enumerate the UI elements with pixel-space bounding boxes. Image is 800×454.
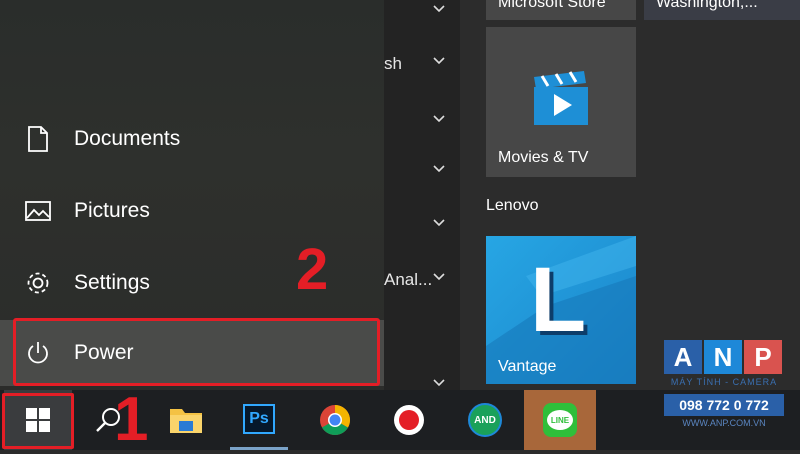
- weather-label: Washington,...: [656, 0, 758, 11]
- gear-icon: [24, 269, 52, 297]
- chevron-down-icon[interactable]: [432, 162, 446, 176]
- weather-tile[interactable]: Washington,...: [644, 0, 800, 20]
- file-explorer-icon: [170, 409, 202, 433]
- chevron-down-icon[interactable]: [432, 270, 446, 284]
- documents-item[interactable]: Documents: [0, 110, 384, 168]
- chevron-down-icon[interactable]: [432, 112, 446, 126]
- watermark-letter: A: [664, 340, 702, 374]
- watermark-site: WWW.ANP.COM.VN: [682, 418, 766, 428]
- recorder-button[interactable]: [380, 390, 438, 450]
- chrome-icon: [320, 405, 351, 436]
- chrome-button[interactable]: [306, 390, 364, 450]
- and-app-icon: AND: [468, 403, 502, 437]
- start-highlight-box: [2, 393, 74, 449]
- line-icon: LINE: [543, 403, 577, 437]
- chevron-down-icon[interactable]: [432, 216, 446, 230]
- step-2-annotation: 2: [296, 237, 329, 302]
- step-1-annotation: 1: [114, 385, 149, 454]
- photoshop-icon: Ps: [243, 403, 275, 434]
- pictures-item[interactable]: Pictures: [0, 182, 384, 240]
- document-icon: [24, 125, 52, 153]
- chevron-down-icon[interactable]: [432, 2, 446, 16]
- file-explorer-button[interactable]: [158, 390, 214, 450]
- power-highlight-box: [13, 318, 380, 386]
- microsoft-store-label: Microsoft Store: [498, 0, 606, 11]
- settings-label: Settings: [74, 271, 150, 294]
- and-app-button[interactable]: AND: [456, 390, 514, 450]
- line-button[interactable]: LINE: [524, 390, 596, 450]
- watermark-letter: N: [704, 340, 742, 374]
- movies-tv-label: Movies & TV: [498, 149, 589, 166]
- tile-group-title: Lenovo: [486, 197, 539, 214]
- chevron-down-icon[interactable]: [432, 54, 446, 68]
- recorder-icon: [394, 405, 424, 435]
- pictures-label: Pictures: [74, 199, 150, 222]
- anp-watermark: A N P MÁY TÍNH - CAMERA 098 772 0 772 WW…: [664, 340, 784, 440]
- vantage-label: Vantage: [498, 358, 557, 375]
- vantage-letter: L: [530, 249, 587, 351]
- app-list-item-fragment[interactable]: sh: [384, 54, 402, 74]
- watermark-tagline: MÁY TÍNH - CAMERA: [670, 377, 778, 387]
- movies-tv-tile[interactable]: Movies & TV: [486, 27, 636, 177]
- watermark-letter: P: [744, 340, 782, 374]
- chevron-down-icon[interactable]: [432, 376, 446, 390]
- watermark-phone: 098 772 0 772: [664, 394, 784, 416]
- line-icon-text: LINE: [547, 410, 573, 430]
- pictures-icon: [24, 197, 52, 225]
- app-list-item-fragment[interactable]: Anal...: [384, 270, 432, 290]
- lenovo-vantage-tile[interactable]: L Vantage: [486, 236, 636, 384]
- photoshop-button[interactable]: Ps: [230, 390, 288, 450]
- empty-tile-space: [636, 27, 800, 177]
- documents-label: Documents: [74, 127, 181, 150]
- movies-tv-icon: [534, 71, 588, 125]
- microsoft-store-tile[interactable]: Microsoft Store: [486, 0, 636, 20]
